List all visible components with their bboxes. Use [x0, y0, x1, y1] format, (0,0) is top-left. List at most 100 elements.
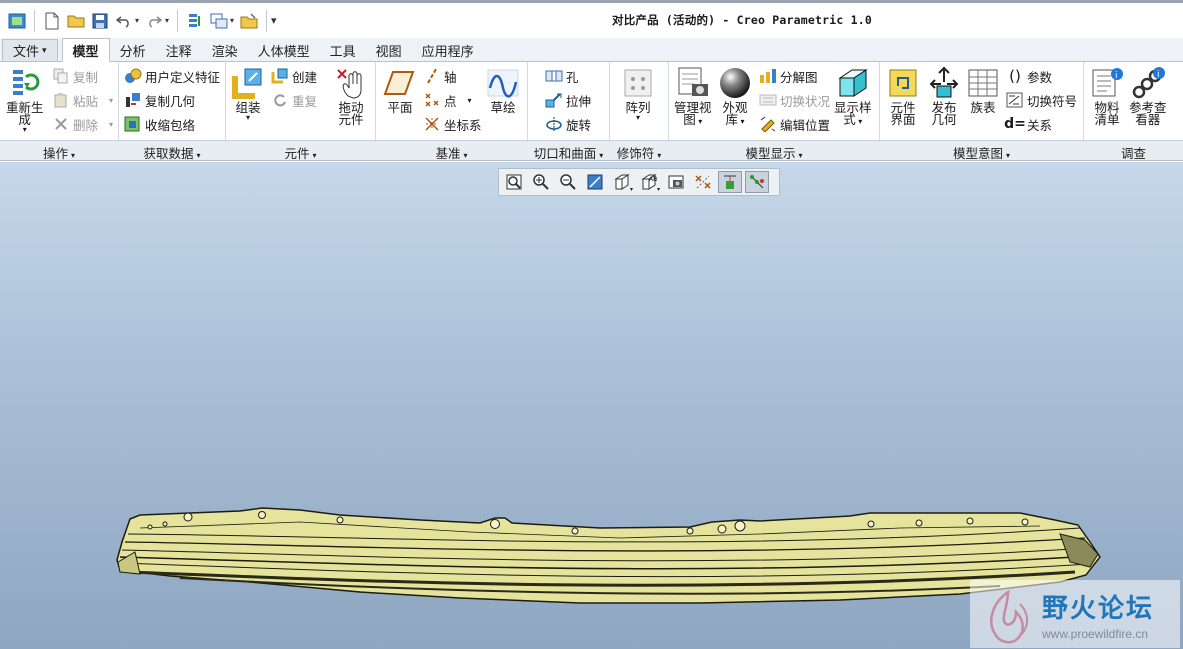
appearance-gallery-button[interactable]: 外观 库 ▾: [718, 66, 752, 126]
model-geometry[interactable]: [0, 162, 1183, 649]
edit-position-icon: [759, 115, 777, 133]
datum-axis-icon: [423, 67, 441, 85]
saved-orientations-icon[interactable]: ▾: [610, 171, 634, 193]
tab-analysis[interactable]: 分析: [110, 39, 156, 61]
copy-button[interactable]: 复制: [52, 66, 98, 86]
publish-geometry-button[interactable]: 发布 几何: [927, 66, 961, 126]
csys-button[interactable]: 坐标系: [423, 114, 482, 134]
new-file-icon[interactable]: [41, 10, 63, 32]
component-interface-button[interactable]: 元件 界面: [886, 66, 920, 126]
regenerate-small-icon[interactable]: [184, 10, 206, 32]
group-operations[interactable]: 操作 ▾: [0, 143, 118, 162]
paste-dropdown-icon[interactable]: ▾: [109, 96, 113, 105]
group-model-intent[interactable]: 模型意图 ▾: [880, 143, 1083, 162]
manage-views-dropdown-icon[interactable]: ▾: [696, 117, 702, 126]
windows-icon[interactable]: [208, 10, 230, 32]
parameters-button[interactable]: () 参数: [1006, 66, 1052, 86]
group-modifiers[interactable]: 修饰符 ▾: [610, 143, 668, 162]
tab-file[interactable]: 文件 ▾: [2, 39, 58, 61]
spin-center-icon[interactable]: [745, 171, 769, 193]
family-table-button[interactable]: 族表: [966, 66, 1000, 114]
bom-button[interactable]: i 物料 清单: [1090, 66, 1124, 126]
shrinkwrap-button[interactable]: 收缩包络: [124, 114, 195, 134]
save-icon[interactable]: [89, 10, 111, 32]
switch-symbols-button[interactable]: 切换符号: [1006, 90, 1077, 110]
udf-button[interactable]: 用户定义特征: [124, 66, 220, 86]
datum-point-icon: [423, 91, 441, 109]
pattern-button[interactable]: 阵列 ▾: [621, 66, 655, 122]
redo-icon[interactable]: [143, 10, 165, 32]
axis-button[interactable]: 轴: [423, 66, 457, 86]
create-button[interactable]: 创建: [271, 66, 317, 86]
zoom-out-icon[interactable]: [556, 171, 580, 193]
repeat-button[interactable]: 重复: [271, 90, 317, 110]
edit-position-button[interactable]: 编辑位置: [759, 114, 830, 134]
datum-display-icon[interactable]: [691, 171, 715, 193]
view-toolbar: ▾ AB ▾: [498, 168, 780, 196]
point-button[interactable]: 点 ▾: [423, 90, 472, 110]
app-menu-icon[interactable]: [6, 10, 28, 32]
relations-button[interactable]: d= 关系: [1004, 114, 1052, 134]
customize-qat-icon[interactable]: ▾: [271, 14, 277, 27]
regenerate-button[interactable]: 重新生 成 ▾: [6, 66, 44, 134]
redo-dropdown-icon[interactable]: ▾: [165, 16, 169, 25]
annotation-display-icon[interactable]: [718, 171, 742, 193]
point-dropdown-icon[interactable]: ▾: [468, 96, 472, 105]
ribbon-group-labels: 操作 ▾ 获取数据 ▾ 元件 ▾ 基准 ▾ 切口和曲面 ▾ 修饰符 ▾ 模型显示 ▾ 模型意图…: [0, 140, 1183, 161]
assemble-dropdown-icon[interactable]: ▾: [246, 114, 250, 122]
named-views-icon[interactable]: AB ▾: [637, 171, 661, 193]
plane-button[interactable]: 平面: [383, 66, 417, 114]
tab-manikin[interactable]: 人体模型: [248, 39, 320, 61]
zoom-in-icon[interactable]: [529, 171, 553, 193]
quick-access-toolbar: ▾ ▾ ▾ ▾: [0, 9, 279, 32]
appearance-dropdown-icon[interactable]: ▾: [738, 117, 745, 126]
hole-button[interactable]: 孔: [545, 66, 579, 86]
group-model-display[interactable]: 模型显示 ▾: [669, 143, 879, 162]
component-interface-icon: [886, 66, 920, 100]
display-style-dropdown-icon[interactable]: ▾: [856, 117, 862, 126]
tab-render[interactable]: 渲染: [202, 39, 248, 61]
delete-dropdown-icon[interactable]: ▾: [109, 120, 113, 129]
tab-view[interactable]: 视图: [366, 39, 412, 61]
group-component[interactable]: 元件 ▾: [226, 143, 375, 162]
undo-dropdown-icon[interactable]: ▾: [135, 16, 139, 25]
copy-geometry-button[interactable]: 复制几何: [124, 90, 195, 110]
close-window-icon[interactable]: [238, 10, 260, 32]
graphics-viewport[interactable]: ▾ AB ▾ 野火论坛 www.proewildfire.cn: [0, 162, 1183, 649]
exploded-view-button[interactable]: 分解图: [759, 66, 818, 86]
reference-viewer-button[interactable]: i 参考查 看器: [1129, 66, 1167, 126]
sketch-button[interactable]: 草绘: [486, 66, 520, 114]
group-cut-surface[interactable]: 切口和曲面 ▾: [528, 143, 609, 162]
pattern-dropdown-icon[interactable]: ▾: [636, 114, 640, 122]
paste-icon: [52, 91, 70, 109]
bom-icon: i: [1090, 66, 1124, 100]
open-folder-icon[interactable]: [65, 10, 87, 32]
group-investigate[interactable]: 调查: [1084, 143, 1183, 162]
undo-icon[interactable]: [113, 10, 135, 32]
shrinkwrap-icon: [124, 115, 142, 133]
regenerate-dropdown-icon[interactable]: ▾: [23, 126, 27, 134]
extrude-button[interactable]: 拉伸: [545, 90, 591, 110]
tab-applications[interactable]: 应用程序: [412, 39, 484, 61]
refit-icon[interactable]: [502, 171, 526, 193]
windows-dropdown-icon[interactable]: ▾: [230, 16, 234, 25]
family-table-icon: [966, 66, 1000, 100]
paste-button[interactable]: 粘贴 ▾: [52, 90, 113, 110]
group-datum[interactable]: 基准 ▾: [376, 143, 527, 162]
assemble-icon: [231, 66, 265, 100]
drag-component-button[interactable]: 拖动 元件: [334, 66, 368, 126]
display-style-button[interactable]: 显示样 式 ▾: [834, 66, 872, 126]
toggle-state-button[interactable]: 切换状况: [759, 90, 830, 110]
manage-views-button[interactable]: 管理视 图 ▾: [674, 66, 712, 126]
datum-plane-icon: [383, 66, 417, 100]
tab-tools[interactable]: 工具: [320, 39, 366, 61]
view-manager-icon[interactable]: [664, 171, 688, 193]
svg-text:AB: AB: [649, 176, 657, 183]
repaint-icon[interactable]: [583, 171, 607, 193]
tab-model[interactable]: 模型: [61, 38, 110, 62]
assemble-button[interactable]: 组装 ▾: [231, 66, 265, 122]
tab-annotate[interactable]: 注释: [156, 39, 202, 61]
delete-button[interactable]: 删除 ▾: [52, 114, 113, 134]
revolve-button[interactable]: 旋转: [545, 114, 591, 134]
group-get-data[interactable]: 获取数据 ▾: [119, 143, 225, 162]
